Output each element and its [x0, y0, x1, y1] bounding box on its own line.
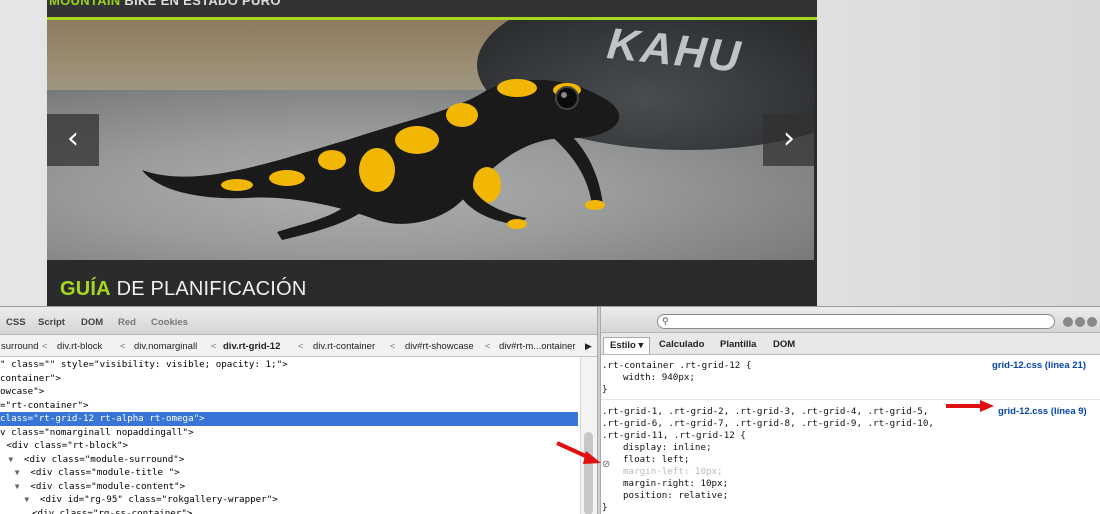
html-tree-row-selected[interactable]: class="rt-grid-12 rt-alpha rt-omega"> [0, 412, 578, 426]
css-rule-close: } [602, 502, 608, 513]
breadcrumb-item[interactable]: div#rt-m...ontainer [499, 341, 576, 352]
tab-css[interactable]: CSS [6, 317, 26, 328]
detach-icon[interactable] [1075, 317, 1085, 327]
tab-dom-side[interactable]: DOM [767, 337, 801, 354]
css-property-disabled[interactable]: margin-left: 10px; [623, 466, 723, 478]
scrollbar-thumb[interactable] [584, 432, 593, 514]
tab-dom[interactable]: DOM [81, 317, 103, 328]
css-property[interactable]: position: relative; [623, 490, 728, 502]
breadcrumb-item[interactable]: div.rt-container [313, 341, 375, 352]
css-property[interactable]: display: inline; [623, 442, 712, 454]
breadcrumb-item-current[interactable]: div.rt-grid-12 [223, 341, 280, 352]
search-input[interactable]: ⚲ [657, 314, 1055, 329]
slideshow-prev-button[interactable]: ‹ [47, 114, 99, 166]
css-rule-separator [601, 399, 1100, 400]
html-tree-row[interactable]: owcase"> [0, 385, 44, 399]
disabled-rule-icon[interactable]: ⊘ [602, 459, 610, 470]
expand-triangle-icon[interactable]: ▼ [8, 453, 13, 467]
expand-triangle-icon[interactable]: ▼ [24, 493, 29, 507]
breadcrumb-separator: < [42, 341, 48, 352]
breadcrumb-separator: < [390, 341, 396, 352]
html-tree-row[interactable]: ="rt-container"> [0, 399, 89, 413]
header-accent: MOUNTAIN [49, 0, 121, 8]
html-tree-row[interactable]: <div class="module-title "> [0, 466, 179, 480]
css-source-link[interactable]: grid-12.css (línea 21) [992, 360, 1086, 372]
chevron-right-icon: › [783, 121, 795, 156]
html-tree-row[interactable]: container"> [0, 372, 61, 386]
tab-script[interactable]: Script [38, 317, 65, 328]
css-selector: .rt-grid-1, .rt-grid-2, .rt-grid-3, .rt-… [602, 406, 929, 417]
css-property[interactable]: margin-right: 10px; [623, 478, 728, 490]
chevron-left-icon: ‹ [67, 121, 79, 156]
search-icon: ⚲ [662, 316, 669, 326]
salamander-illustration [142, 79, 620, 240]
website-viewport: MOUNTAIN BIKE EN ESTADO PURO KAHU ‹ › GU… [0, 0, 1100, 306]
html-tree-row[interactable]: v class="nomarginall nopaddingall"> [0, 426, 194, 440]
site-header: MOUNTAIN BIKE EN ESTADO PURO [47, 0, 817, 17]
breadcrumb-item[interactable]: div.nomarginall [134, 341, 197, 352]
html-tree-row[interactable]: <div id="rg-95" class="rokgallery-wrappe… [0, 493, 278, 507]
tab-estilo[interactable]: Estilo ▾ [603, 337, 651, 354]
slideshow-next-button[interactable]: › [763, 114, 814, 166]
tab-red[interactable]: Red [118, 317, 136, 328]
html-tree-row[interactable]: " class="" style="visibility: visible; o… [0, 358, 288, 372]
tab-plantilla[interactable]: Plantilla [714, 337, 762, 354]
css-rule-close: } [602, 384, 608, 395]
devtools-panel: CSS Script DOM Red Cookies surround < di… [0, 306, 1100, 514]
css-rules-pane: .rt-container .rt-grid-12 { grid-12.css … [601, 355, 1100, 514]
breadcrumb-separator: < [298, 341, 304, 352]
breadcrumb-more-arrow-icon[interactable]: ▶ [585, 341, 592, 352]
html-tree-pane: " class="" style="visibility: visible; o… [0, 357, 580, 514]
devtools-toolbar: CSS Script DOM Red Cookies [0, 307, 600, 335]
breadcrumb-item[interactable]: div.rt-block [57, 341, 102, 352]
breadcrumb: surround < div.rt-block < div.nomarginal… [0, 335, 600, 357]
close-icon[interactable] [1087, 317, 1097, 327]
css-selector: .rt-container .rt-grid-12 { [602, 360, 752, 371]
css-property[interactable]: width: 940px; [623, 372, 695, 384]
devtools-search-bar: ⚲ [601, 307, 1100, 333]
css-property[interactable]: float: left; [623, 454, 689, 466]
site-content-column: MOUNTAIN BIKE EN ESTADO PURO KAHU ‹ › GU… [47, 0, 817, 306]
breadcrumb-separator: < [485, 341, 491, 352]
breadcrumb-item[interactable]: div#rt-showcase [405, 341, 474, 352]
tab-calculado[interactable]: Calculado [653, 337, 710, 354]
section-heading: GUÍA DE PLANIFICACIÓN [60, 278, 306, 301]
header-text: BIKE EN ESTADO PURO [120, 0, 281, 8]
minimize-icon[interactable] [1063, 317, 1073, 327]
showcase-slide-image: KAHU ‹ › [47, 20, 814, 260]
breadcrumb-separator: < [211, 341, 217, 352]
tab-cookies[interactable]: Cookies [151, 317, 188, 328]
html-pane-scrollbar[interactable] [580, 357, 597, 514]
heading-accent: GUÍA [60, 278, 111, 300]
css-selector: .rt-grid-11, .rt-grid-12 { [602, 430, 746, 441]
expand-triangle-icon[interactable]: ▼ [15, 480, 20, 494]
expand-triangle-icon[interactable]: ▼ [15, 466, 20, 480]
css-selector: .rt-grid-6, .rt-grid-7, .rt-grid-8, .rt-… [602, 418, 934, 429]
breadcrumb-separator: < [120, 341, 126, 352]
css-source-link[interactable]: grid-12.css (línea 9) [998, 406, 1087, 418]
html-tree-row[interactable]: <div class="module-surround"> [0, 453, 184, 467]
html-tree-row[interactable]: <div class="module-content"> [0, 480, 185, 494]
html-tree-row[interactable]: <div class="rt-block"> [0, 439, 128, 453]
html-tree-row[interactable]: <div class="rg-ss-container"> [0, 507, 192, 514]
side-panel-tabs: Estilo ▾ Calculado Plantilla DOM [601, 333, 1100, 355]
heading-text: DE PLANIFICACIÓN [110, 278, 307, 300]
breadcrumb-item[interactable]: surround [1, 341, 39, 352]
